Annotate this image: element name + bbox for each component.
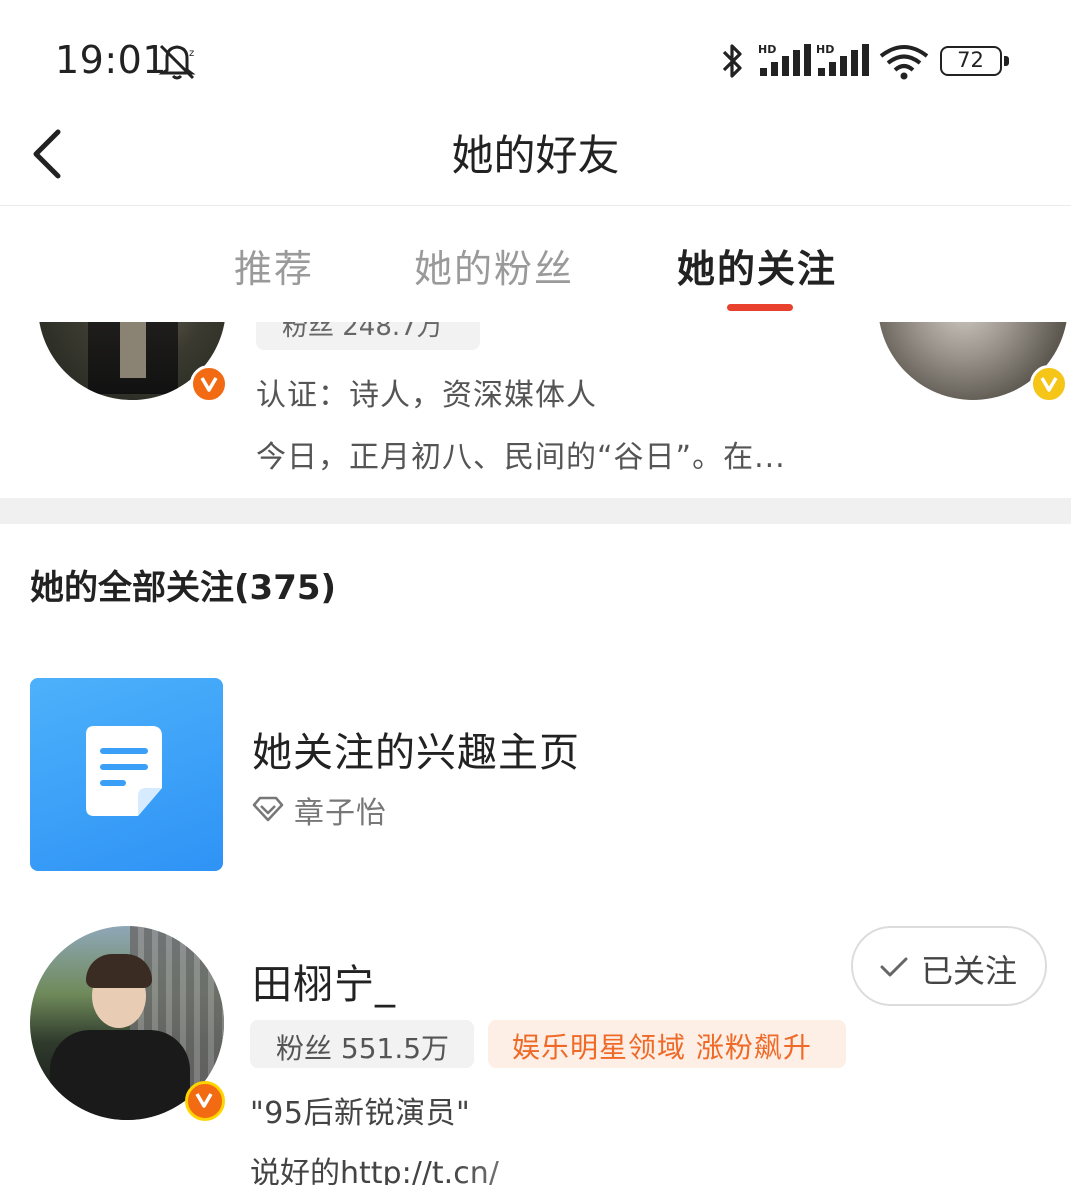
svg-text:HD: HD (816, 43, 834, 56)
interest-page-row[interactable]: 她关注的兴趣主页 章子怡 (0, 676, 1071, 872)
followed-label: 已关注 (921, 952, 1018, 990)
battery-level: 72 (957, 48, 984, 72)
user-quote: "95后新锐演员" (250, 1096, 471, 1131)
section-divider (0, 498, 1071, 524)
fans-count: 粉丝 551.5万 (276, 1032, 450, 1065)
verified-badge-icon (185, 1081, 225, 1121)
hd-signal-icon: HD (758, 43, 811, 76)
recommended-fans-badge: 粉丝 248.7万 (256, 322, 480, 350)
bluetooth-icon (722, 44, 742, 78)
recommended-description: 今日，正月初八、民间的“谷日”。在... (256, 440, 786, 475)
tab-recommend[interactable]: 推荐 (234, 238, 314, 293)
nav-bar: 她的好友 (0, 110, 1071, 206)
user-name[interactable]: 田栩宁_ (252, 952, 396, 1010)
recommended-card[interactable]: 粉丝 248.7万 认证：诗人，资深媒体人 今日，正月初八、民间的“谷日”。在.… (0, 322, 1071, 498)
section-title: 她的全部关注(375) (30, 568, 337, 608)
trending-tag[interactable]: 娱乐明星领域 涨粉飙升 (488, 1020, 846, 1068)
check-icon (880, 957, 908, 977)
user-description: 说好的http://t.cn/ (250, 1156, 499, 1185)
interest-page-title: 她关注的兴趣主页 (252, 730, 580, 776)
user-row[interactable]: 田栩宁_ 已关注 粉丝 551.5万 娱乐明星领域 涨粉飙升 "95后新锐演员"… (0, 924, 1071, 1185)
hd-signal-icon-2: HD (816, 43, 869, 76)
page-title: 她的好友 (451, 131, 620, 180)
active-tab-indicator (727, 304, 793, 311)
battery-icon: 72 (940, 46, 1009, 76)
tab-her-fans[interactable]: 她的粉丝 (414, 238, 574, 293)
status-bar: 19:01 z HD HD 72 (0, 0, 1071, 110)
wifi-icon (879, 45, 929, 80)
interest-page-subtitle: 章子怡 (294, 796, 387, 831)
svg-text:HD: HD (758, 43, 776, 56)
diamond-icon (252, 796, 284, 822)
svg-text:z: z (189, 48, 194, 59)
verified-badge-icon (190, 365, 228, 403)
mute-bell-icon: z (158, 44, 196, 80)
fans-badge: 粉丝 551.5万 (250, 1020, 474, 1068)
recommended-verification: 认证：诗人，资深媒体人 (256, 378, 597, 413)
recommended-fans: 粉丝 248.7万 (282, 322, 443, 342)
tab-her-following[interactable]: 她的关注 (677, 238, 837, 293)
verified-badge-gold-icon (1030, 365, 1068, 403)
status-time: 19:01 (55, 38, 168, 82)
document-icon (30, 678, 223, 871)
followed-button[interactable]: 已关注 (851, 926, 1047, 1006)
tab-bar: 推荐 她的粉丝 她的关注 (0, 208, 1071, 322)
trending-tag-label: 娱乐明星领域 涨粉飙升 (512, 1031, 812, 1064)
